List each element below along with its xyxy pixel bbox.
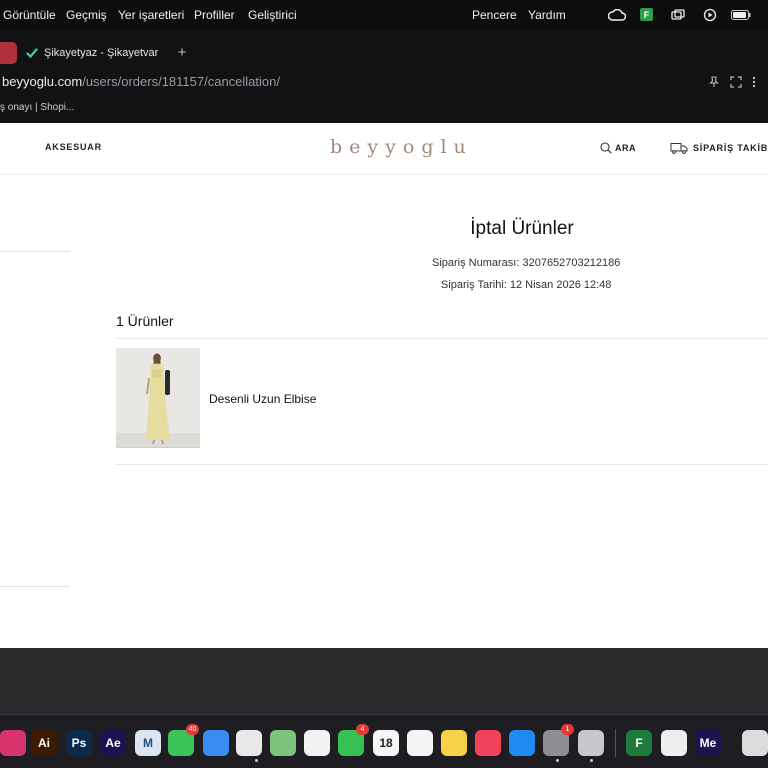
bookmarks-bar[interactable]: ş onayı | Shopi... [0, 102, 74, 113]
dock-separator [615, 729, 616, 757]
order-date: Sipariş Tarihi: 12 Nisan 2026 12:48 [441, 279, 612, 291]
illustrator-label: Ai [38, 736, 50, 750]
page-title: İptal Ürünler [470, 218, 574, 239]
url-host: beyyoglu.com [2, 74, 83, 89]
running-indicator [590, 759, 593, 762]
notes-dock-icon[interactable] [441, 730, 467, 756]
media-encoder-dock-icon[interactable]: Me [695, 730, 721, 756]
product-name[interactable]: Desenli Uzun Elbise [209, 392, 316, 406]
web-page: AKSESUAR beyyoglu ARA SİPARİŞ TAKİBİ İpt… [0, 123, 768, 648]
notification-badge: 4 [356, 724, 369, 735]
pdf-dock-icon[interactable] [236, 730, 262, 756]
messages-dock-icon[interactable]: 40 [168, 724, 199, 756]
divider [116, 338, 768, 339]
menu-window[interactable]: Pencere [472, 8, 517, 22]
divider [116, 464, 768, 465]
running-indicator [255, 759, 258, 762]
search-icon [600, 142, 612, 154]
calendar-dock-icon[interactable]: 18 [373, 730, 399, 756]
m-app-dock-icon[interactable]: M [135, 730, 161, 756]
tab-strip: Şikayetyaz - Şikayetvar + [0, 30, 768, 64]
screen: Görüntüle Geçmiş Yer işaretleri Profille… [0, 0, 768, 768]
notification-badge: 40 [186, 724, 199, 735]
preview-dock-icon[interactable] [742, 730, 768, 756]
menu-view[interactable]: Görüntüle [3, 8, 56, 22]
site-header: AKSESUAR beyyoglu ARA SİPARİŞ TAKİBİ [0, 123, 768, 175]
order-tracking-link[interactable]: SİPARİŞ TAKİBİ [670, 142, 768, 154]
running-indicator [556, 759, 559, 762]
sidebar-divider-top [0, 251, 70, 252]
url-text[interactable]: beyyoglu.com/users/orders/181157/cancell… [2, 74, 280, 89]
play-icon[interactable] [702, 7, 718, 23]
music-dock-icon[interactable] [475, 730, 501, 756]
pinned-tab[interactable] [0, 42, 17, 64]
truck-icon [670, 143, 688, 154]
menu-history[interactable]: Geçmiş [66, 8, 107, 22]
illustrator-dock-icon[interactable]: Ai [31, 730, 57, 756]
app-store-dock-icon[interactable] [509, 730, 535, 756]
m-app-label: M [143, 736, 153, 750]
after-effects-dock-icon[interactable]: Ae [100, 730, 126, 756]
photoshop-label: Ps [71, 736, 87, 750]
media-encoder-label: Me [699, 736, 717, 750]
textedit-dock-icon[interactable] [661, 730, 687, 756]
notification-badge: 1 [561, 724, 574, 735]
photos-dock-icon[interactable] [304, 730, 330, 756]
menu-profiles[interactable]: Profiller [194, 8, 235, 22]
new-tab-button[interactable]: + [175, 45, 189, 60]
photoshop-dock-icon[interactable]: Ps [66, 730, 92, 756]
browser-chrome: Şikayetyaz - Şikayetvar + beyyoglu.com/u… [0, 30, 768, 123]
order-number: Sipariş Numarası: 3207652703212186 [432, 257, 621, 269]
tab-sikayetvar[interactable]: Şikayetyaz - Şikayetvar [20, 42, 170, 64]
system-settings-dock-icon[interactable]: 1 [543, 724, 574, 756]
creative-cloud-dock-icon[interactable] [0, 730, 26, 756]
reminders-dock-icon[interactable] [407, 730, 433, 756]
f-app-dock-icon[interactable]: F [626, 730, 652, 756]
product-image[interactable] [116, 348, 200, 448]
screenshot-icon[interactable] [730, 75, 742, 93]
mail-dock-icon[interactable] [203, 730, 229, 756]
url-path: /users/orders/181157/cancellation/ [82, 74, 280, 89]
tab-title: Şikayetyaz - Şikayetvar [44, 47, 159, 59]
address-bar[interactable]: beyyoglu.com/users/orders/181157/cancell… [0, 70, 768, 94]
site-logo[interactable]: beyyoglu [330, 136, 473, 158]
menu-bookmarks[interactable]: Yer işaretleri [118, 8, 184, 22]
facetime-dock-icon[interactable]: 4 [338, 724, 369, 756]
calendar-label: 18 [379, 736, 393, 750]
creative-cloud-icon[interactable] [607, 7, 627, 23]
nav-accessory-link[interactable]: AKSESUAR [45, 142, 102, 152]
dock: Ai Ps Ae M 40 4 18 1 F Me [0, 714, 768, 768]
pin-icon[interactable] [708, 75, 720, 93]
f-app-label: F [635, 736, 643, 750]
tracking-label: SİPARİŞ TAKİBİ [693, 143, 768, 153]
iphone-mirroring-dock-icon[interactable] [578, 730, 604, 756]
search-label: ARA [615, 143, 636, 153]
menu-bar: Görüntüle Geçmiş Yer işaretleri Profille… [0, 0, 768, 30]
desktop-background [0, 648, 768, 714]
f-app-status-icon[interactable]: F [640, 8, 653, 21]
search-button[interactable]: ARA [600, 142, 636, 154]
maps-dock-icon[interactable] [270, 730, 296, 756]
menu-help[interactable]: Yardım [528, 8, 566, 22]
after-effects-label: Ae [105, 736, 121, 750]
screens-icon[interactable] [670, 7, 686, 23]
product-count: 1 Ürünler [116, 313, 174, 329]
menu-developer[interactable]: Geliştirici [248, 8, 297, 22]
battery-icon[interactable] [730, 7, 752, 23]
checkmark-icon [26, 47, 38, 59]
sidebar-divider-bottom [0, 586, 70, 587]
address-bar-actions [708, 75, 756, 93]
more-menu-icon[interactable] [752, 75, 756, 93]
